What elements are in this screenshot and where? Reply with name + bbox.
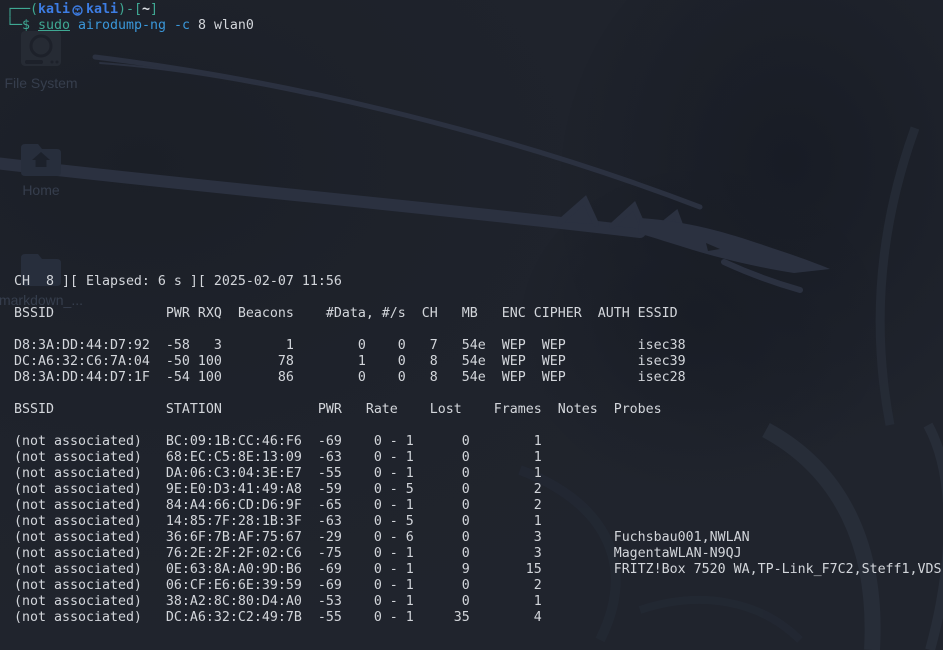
prompt-frame-open: ┌──( [6, 2, 38, 17]
ap-row: DC:A6:32:C6:7A:04 -50 100 78 1 0 8 54e W… [6, 354, 686, 370]
command-sudo: sudo [38, 18, 70, 33]
desktop: File System Home markdown_... ┌──(kalika… [0, 0, 943, 650]
station-row: (not associated) 68:EC:C5:8E:13:09 -63 0… [6, 450, 942, 466]
ap-table-rows: D8:3A:DD:44:D7:92 -58 3 1 0 0 7 54e WEP … [6, 338, 686, 386]
prompt-path: ~ [142, 2, 150, 17]
station-row: (not associated) BC:09:1B:CC:46:F6 -69 0… [6, 434, 942, 450]
terminal-window[interactable]: ┌──(kalikali)-[~] └─$sudoairodump-ng-c8 … [6, 2, 943, 650]
airodump-status-line: CH 8 ][ Elapsed: 6 s ][ 2025-02-07 11:56 [6, 274, 342, 290]
station-row: (not associated) 06:CF:E6:6E:39:59 -69 0… [6, 578, 942, 594]
station-row: (not associated) 38:A2:8C:80:D4:A0 -53 0… [6, 594, 942, 610]
station-row: (not associated) 14:85:7F:28:1B:3F -63 0… [6, 514, 942, 530]
kali-at-icon [70, 2, 86, 18]
station-row: (not associated) DA:06:C3:04:3E:E7 -55 0… [6, 466, 942, 482]
station-row: (not associated) 9E:E0:D3:41:49:A8 -59 0… [6, 482, 942, 498]
station-row: (not associated) 36:6F:7B:AF:75:67 -29 0… [6, 530, 942, 546]
ap-table-header: BSSID PWR RXQ Beacons #Data, #/s CH MB E… [6, 306, 686, 322]
station-table-header: BSSID STATION PWR Rate Lost Frames Notes… [6, 402, 942, 418]
prompt-frame-close: ] [150, 2, 158, 17]
station-table-rows: (not associated) BC:09:1B:CC:46:F6 -69 0… [6, 434, 942, 626]
command-name: airodump-ng [78, 18, 166, 33]
ap-table: BSSID PWR RXQ Beacons #Data, #/s CH MB E… [6, 306, 686, 386]
prompt-frame-line2: └─$ [6, 18, 30, 33]
station-row: (not associated) 76:2E:2F:2F:02:C6 -75 0… [6, 546, 942, 562]
station-table: BSSID STATION PWR Rate Lost Frames Notes… [6, 402, 942, 626]
station-row: (not associated) 0E:63:8A:A0:9D:B6 -69 0… [6, 562, 942, 578]
ap-row: D8:3A:DD:44:D7:1F -54 100 86 0 0 8 54e W… [6, 370, 686, 386]
ap-row: D8:3A:DD:44:D7:92 -58 3 1 0 0 7 54e WEP … [6, 338, 686, 354]
shell-command-line: └─$ sudo airodump-ng -c 8 wlan0 [6, 18, 943, 34]
command-option: -c [174, 18, 190, 33]
prompt-frame-mid: )-[ [118, 2, 142, 17]
station-row: (not associated) DC:A6:32:C2:49:7B -55 0… [6, 610, 942, 626]
station-row: (not associated) 84:A4:66:CD:D6:9F -65 0… [6, 498, 942, 514]
shell-prompt-line: ┌──(kalikali)-[~] [6, 2, 943, 18]
prompt-user: kali [38, 2, 70, 17]
prompt-host: kali [86, 2, 118, 17]
command-arguments: 8 wlan0 [198, 18, 254, 33]
